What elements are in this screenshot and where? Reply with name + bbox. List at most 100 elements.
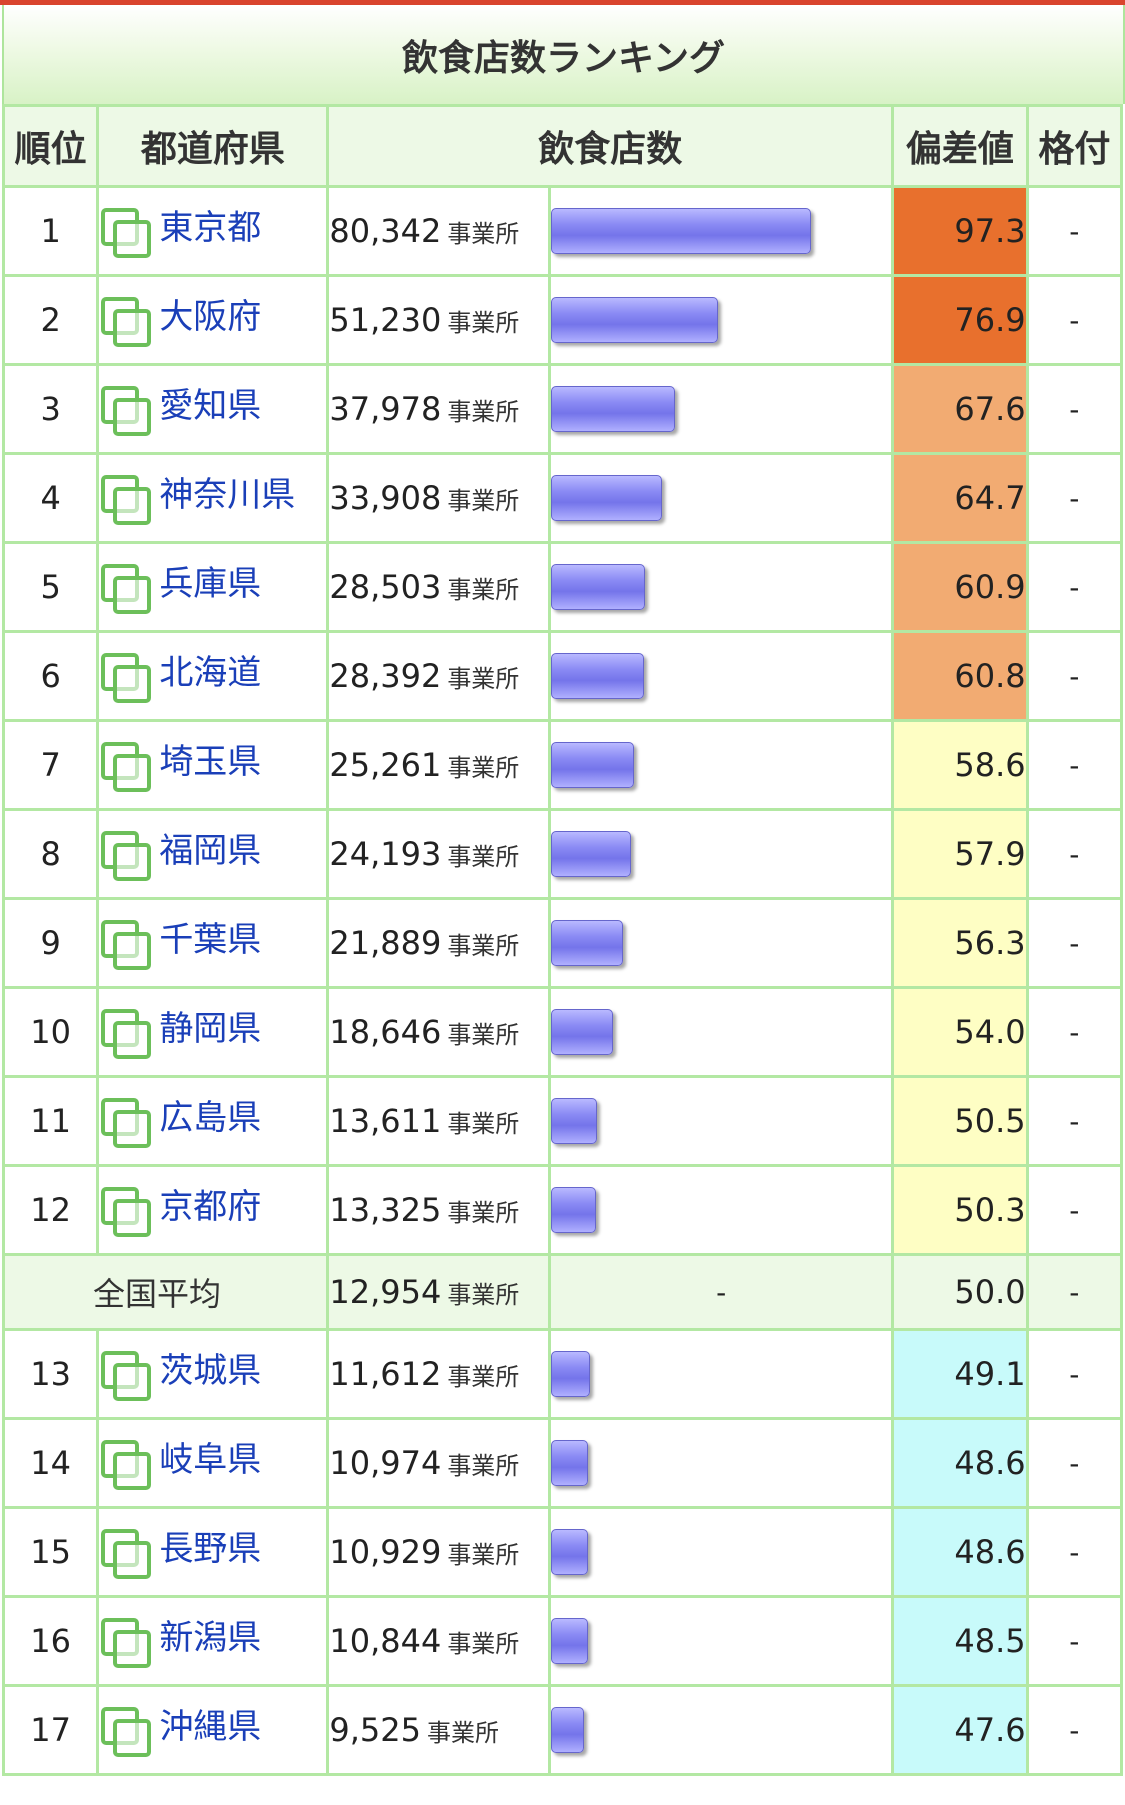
prefecture-cell: 静岡県: [96, 986, 330, 1078]
compare-add-icon[interactable]: [99, 918, 152, 970]
unit-label: 事業所: [447, 932, 520, 960]
unit-label: 事業所: [447, 220, 520, 248]
rank-cell: 8: [1, 808, 100, 900]
bar-cell: [548, 541, 895, 633]
average-grade: -: [1025, 1253, 1124, 1331]
prefecture-link[interactable]: 埼玉県: [159, 734, 261, 783]
compare-add-icon[interactable]: [99, 1349, 152, 1401]
count-value: 24,193: [329, 835, 442, 873]
prefecture-link[interactable]: 北海道: [159, 645, 261, 694]
header-deviation[interactable]: 偏差値: [891, 104, 1029, 188]
count-value: 18,646: [329, 1013, 442, 1051]
prefecture-link[interactable]: 愛知県: [159, 378, 261, 427]
table-row: 17 沖縄県 9,525 事業所 47.6-: [1, 1684, 1124, 1776]
grade-cell: -: [1025, 1164, 1124, 1256]
compare-add-icon[interactable]: [99, 1185, 152, 1237]
average-count: 12,954: [329, 1273, 442, 1311]
count-cell: 37,978 事業所: [326, 363, 552, 455]
prefecture-link[interactable]: 福岡県: [159, 823, 261, 872]
prefecture-link[interactable]: 東京都: [159, 200, 261, 249]
grade-cell: -: [1025, 808, 1124, 900]
table-row: 6 北海道 28,392 事業所 60.8-: [1, 630, 1124, 722]
count-bar: [551, 831, 632, 877]
prefecture-link[interactable]: 新潟県: [159, 1610, 261, 1659]
header-rank[interactable]: 順位: [1, 104, 100, 188]
compare-add-icon[interactable]: [99, 651, 152, 703]
compare-add-icon[interactable]: [99, 1616, 152, 1668]
count-value: 33,908: [329, 479, 442, 517]
table-row: 13 茨城県 11,612 事業所 49.1-: [1, 1328, 1124, 1420]
count-value: 9,525: [329, 1711, 421, 1749]
table-header-row: 順位 都道府県 飲食店数 偏差値 格付: [1, 104, 1124, 188]
prefecture-link[interactable]: 神奈川県: [159, 467, 295, 516]
count-bar: [551, 653, 645, 699]
prefecture-cell: 千葉県: [96, 897, 330, 989]
count-value: 13,611: [329, 1102, 442, 1140]
compare-add-icon[interactable]: [99, 562, 152, 614]
count-cell: 51,230 事業所: [326, 274, 552, 366]
compare-add-icon[interactable]: [99, 206, 152, 258]
compare-add-icon[interactable]: [99, 384, 152, 436]
grade-cell: -: [1025, 719, 1124, 811]
count-bar: [551, 1098, 598, 1144]
compare-add-icon[interactable]: [99, 473, 152, 525]
unit-label: 事業所: [447, 1281, 520, 1309]
count-cell: 10,929 事業所: [326, 1506, 552, 1598]
bar-cell: [548, 1684, 895, 1776]
bar-cell: [548, 897, 895, 989]
table-row: 11 広島県 13,611 事業所 50.5-: [1, 1075, 1124, 1167]
deviation-cell: 97.3: [891, 185, 1029, 277]
table-row: 14 岐阜県 10,974 事業所 48.6-: [1, 1417, 1124, 1509]
rank-cell: 5: [1, 541, 100, 633]
grade-cell: -: [1025, 986, 1124, 1078]
prefecture-link[interactable]: 静岡県: [159, 1001, 261, 1050]
compare-add-icon[interactable]: [99, 1527, 152, 1579]
prefecture-link[interactable]: 長野県: [159, 1521, 261, 1570]
compare-add-icon[interactable]: [99, 1096, 152, 1148]
grade-cell: -: [1025, 1595, 1124, 1687]
prefecture-link[interactable]: 千葉県: [159, 912, 261, 961]
prefecture-cell: 東京都: [96, 185, 330, 277]
prefecture-cell: 福岡県: [96, 808, 330, 900]
table-row: 5 兵庫県 28,503 事業所 60.9-: [1, 541, 1124, 633]
compare-add-icon[interactable]: [99, 1438, 152, 1490]
compare-add-icon[interactable]: [99, 740, 152, 792]
header-count[interactable]: 飲食店数: [326, 104, 895, 188]
bar-cell: [548, 986, 895, 1078]
count-value: 51,230: [329, 301, 442, 339]
table-row: 2 大阪府 51,230 事業所 76.9-: [1, 274, 1124, 366]
rank-cell: 6: [1, 630, 100, 722]
ranking-table: 順位 都道府県 飲食店数 偏差値 格付 1 東京都 80,342 事業所 97.3-2 大…: [1, 104, 1124, 1776]
deviation-cell: 47.6: [891, 1684, 1029, 1776]
average-count-cell: 12,954 事業所: [326, 1253, 552, 1331]
prefecture-link[interactable]: 大阪府: [159, 289, 261, 338]
count-bar: [551, 208, 812, 254]
prefecture-link[interactable]: 岐阜県: [159, 1432, 261, 1481]
count-value: 37,978: [329, 390, 442, 428]
table-row: 1 東京都 80,342 事業所 97.3-: [1, 185, 1124, 277]
compare-add-icon[interactable]: [99, 1705, 152, 1757]
deviation-cell: 58.6: [891, 719, 1029, 811]
unit-label: 事業所: [447, 309, 520, 337]
prefecture-cell: 神奈川県: [96, 452, 330, 544]
prefecture-link[interactable]: 京都府: [159, 1179, 261, 1228]
deviation-cell: 64.7: [891, 452, 1029, 544]
deviation-cell: 76.9: [891, 274, 1029, 366]
ranking-title: 飲食店数ランキング: [2, 5, 1125, 104]
count-cell: 28,503 事業所: [326, 541, 552, 633]
prefecture-link[interactable]: 沖縄県: [159, 1699, 261, 1748]
header-grade[interactable]: 格付: [1025, 104, 1124, 188]
count-bar: [551, 1187, 597, 1233]
count-bar: [551, 1707, 585, 1753]
unit-label: 事業所: [447, 843, 520, 871]
bar-cell: [548, 363, 895, 455]
prefecture-link[interactable]: 茨城県: [159, 1343, 261, 1392]
prefecture-link[interactable]: 広島県: [159, 1090, 261, 1139]
header-prefecture[interactable]: 都道府県: [96, 104, 330, 188]
compare-add-icon[interactable]: [99, 295, 152, 347]
prefecture-link[interactable]: 兵庫県: [159, 556, 261, 605]
prefecture-cell: 京都府: [96, 1164, 330, 1256]
compare-add-icon[interactable]: [99, 829, 152, 881]
rank-cell: 3: [1, 363, 100, 455]
compare-add-icon[interactable]: [99, 1007, 152, 1059]
